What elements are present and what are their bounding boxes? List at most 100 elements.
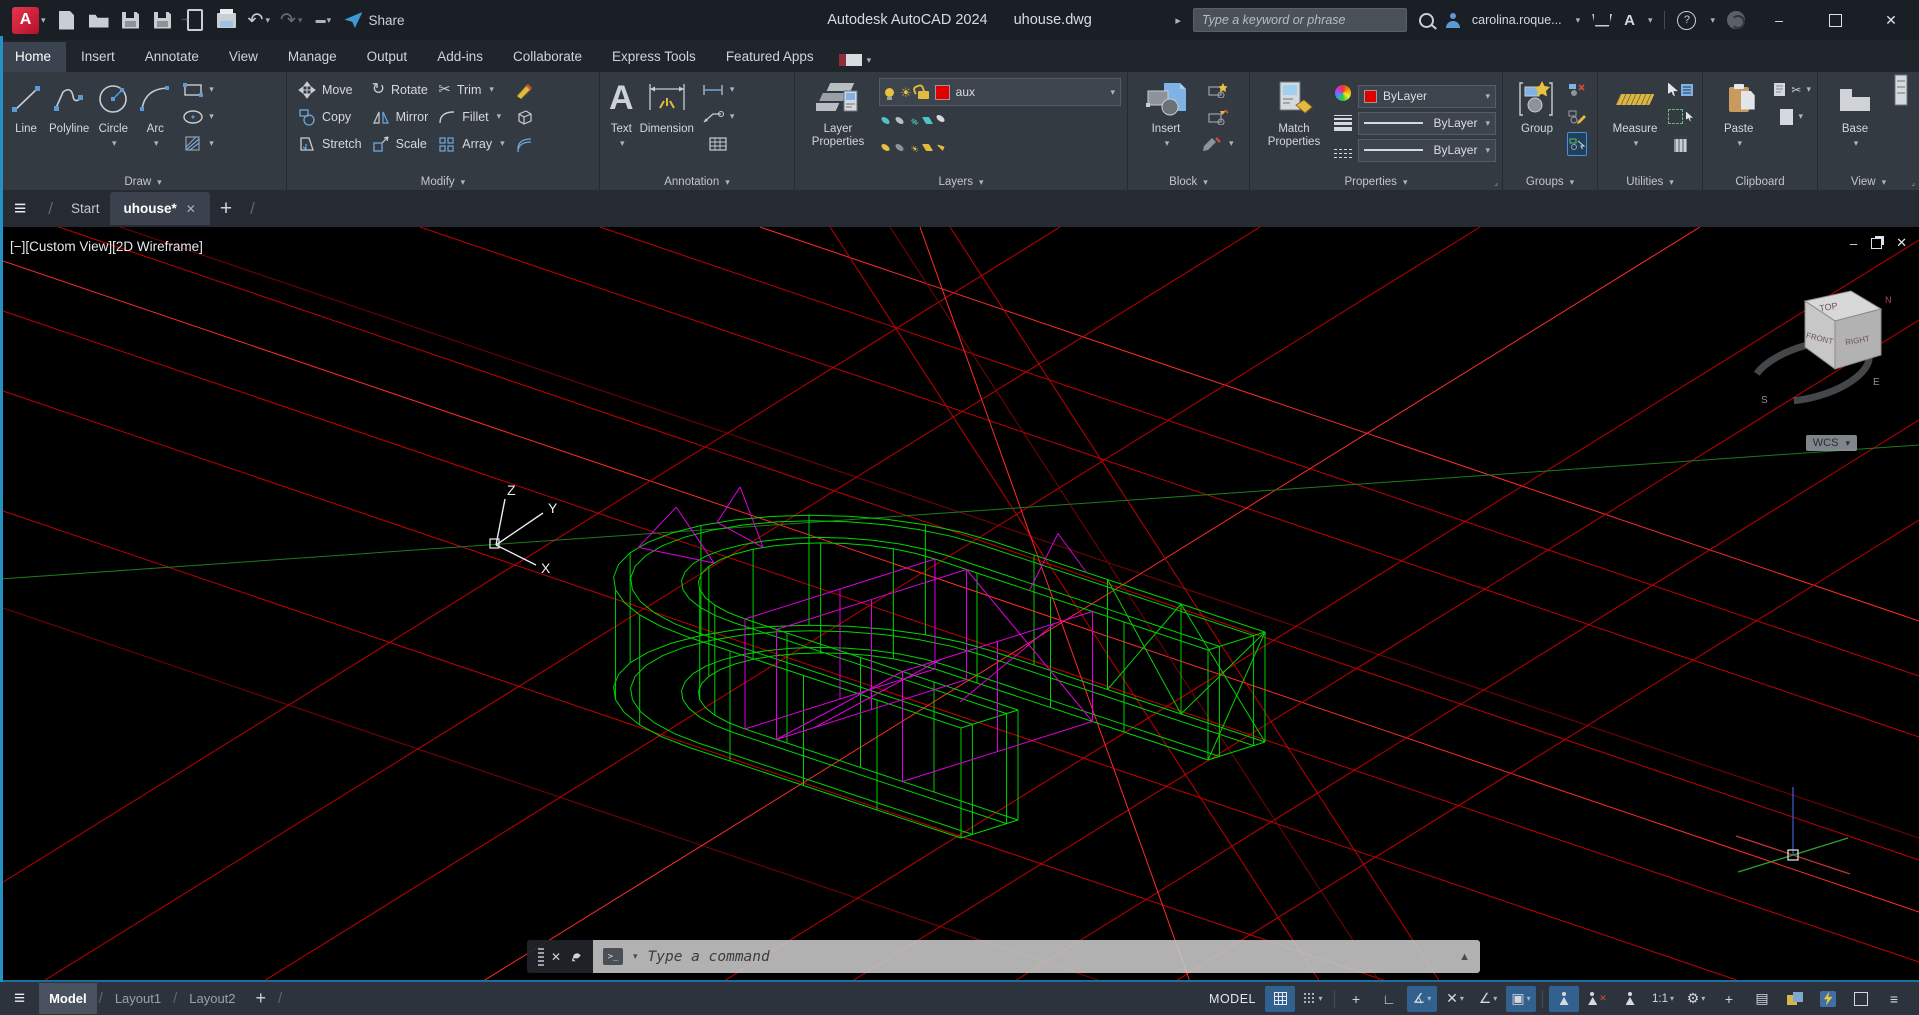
viewcube[interactable]: TOP FRONT RIGHT N S E — [1731, 279, 1911, 439]
chevron-down-icon[interactable]: ▾ — [1110, 87, 1115, 98]
panel-label-modify[interactable]: Modify ▾ — [287, 176, 599, 188]
rotate-button[interactable]: ↻ Rotate — [367, 76, 434, 103]
search-input[interactable] — [1193, 8, 1407, 32]
panel-expander-icon[interactable]: ⌟ — [1911, 178, 1915, 187]
close-button[interactable]: ✕ — [1869, 0, 1913, 40]
chevron-down-icon[interactable]: ▾ — [1427, 994, 1431, 1003]
chevron-down-icon[interactable]: ▾ — [1806, 84, 1811, 95]
copy-clip-button[interactable]: ▾ — [1772, 103, 1811, 130]
linetype-dropdown[interactable]: ByLayer ▾ — [1358, 139, 1496, 162]
chevron-down-icon[interactable]: ▾ — [500, 138, 505, 149]
erase-button[interactable] — [514, 76, 534, 103]
group-edit-button[interactable] — [1567, 103, 1587, 130]
close-tab-icon[interactable]: ✕ — [186, 202, 196, 216]
annotation-visibility-toggle[interactable] — [1549, 986, 1579, 1012]
drag-handle-icon[interactable] — [538, 948, 544, 966]
ellipse-tool-button[interactable]: ▾ — [182, 103, 214, 130]
search-collapse-icon[interactable]: ▸ — [1175, 14, 1181, 27]
polyline-button[interactable]: Polyline — [46, 76, 92, 170]
leader-button[interactable]: ▾ — [701, 103, 735, 130]
text-button[interactable]: A Text ▾ — [606, 76, 637, 170]
ortho-toggle[interactable]: ∟ — [1374, 986, 1404, 1012]
chevron-down-icon[interactable]: ▾ — [265, 15, 270, 26]
viewcube-north-label[interactable]: N — [1885, 295, 1892, 305]
chevron-down-icon[interactable]: ▾ — [489, 84, 494, 95]
edit-attributes-button[interactable]: ▾ — [1202, 130, 1234, 157]
panel-label-view[interactable]: View ▾ — [1818, 176, 1919, 188]
signed-in-user[interactable]: carolina.roque... — [1472, 13, 1562, 27]
copy-button[interactable]: Copy — [293, 103, 367, 130]
chevron-down-icon[interactable]: ▾ — [1460, 994, 1464, 1003]
color-dropdown[interactable]: ByLayer ▾ — [1358, 85, 1496, 108]
chevron-down-icon[interactable]: ▾ — [1854, 139, 1859, 149]
lineweight-icon[interactable] — [1334, 110, 1352, 137]
chevron-down-icon[interactable]: ▾ — [154, 139, 159, 149]
chevron-down-icon[interactable]: ▾ — [1670, 994, 1674, 1003]
chevron-down-icon[interactable]: ▾ — [730, 111, 735, 122]
chevron-down-icon[interactable]: ▾ — [1710, 15, 1715, 26]
linear-dimension-button[interactable]: ▾ — [701, 76, 735, 103]
isometric-drafting-toggle[interactable]: ∠▾ — [1473, 986, 1503, 1012]
edit-block-button[interactable] — [1202, 103, 1234, 130]
drawing-close-button[interactable]: ✕ — [1896, 235, 1907, 251]
grid-toggle[interactable] — [1265, 986, 1295, 1012]
chevron-down-icon[interactable]: ▾ — [209, 138, 214, 149]
hatch-tool-button[interactable]: ▾ — [182, 130, 214, 157]
tab-insert[interactable]: Insert — [66, 42, 130, 72]
tab-collaborate[interactable]: Collaborate — [498, 42, 597, 72]
tab-express-tools[interactable]: Express Tools — [597, 42, 711, 72]
panel-label-properties[interactable]: Properties ▾ — [1250, 176, 1502, 188]
viewcube-east-label[interactable]: E — [1873, 377, 1880, 388]
annotation-monitor-plus-button[interactable]: + — [1714, 986, 1744, 1012]
app-menu-button[interactable]: A ▾ — [12, 7, 46, 33]
chevron-down-icon[interactable]: ▾ — [620, 139, 625, 149]
chevron-down-icon[interactable]: ▾ — [209, 111, 214, 122]
object-color-icon[interactable] — [1334, 80, 1352, 107]
quick-properties-toggle[interactable]: ▤ — [1747, 986, 1777, 1012]
snap-toggle[interactable]: ▾ — [1298, 986, 1328, 1012]
chevron-down-icon[interactable]: ▾ — [1798, 111, 1803, 122]
layer-properties-button[interactable]: Layer Properties — [801, 76, 875, 170]
circle-button[interactable]: Circle ▾ — [92, 76, 134, 170]
offset-button[interactable] — [514, 130, 534, 157]
chevron-down-icon[interactable]: ▾ — [1648, 15, 1653, 26]
app-store-cart-icon[interactable] — [1592, 14, 1612, 27]
viewport-canvas[interactable] — [0, 227, 1919, 982]
command-line-bar[interactable]: >_ ▾ ▲ — [593, 940, 1480, 973]
stretch-button[interactable]: Stretch — [293, 130, 367, 157]
new-layout-button[interactable]: + — [246, 988, 277, 1009]
explode-button[interactable] — [514, 103, 534, 130]
measure-button[interactable]: Measure ▾ — [1604, 76, 1666, 170]
annotation-monitor-toggle[interactable] — [1615, 986, 1645, 1012]
model-tab[interactable]: Model — [39, 983, 97, 1014]
file-tabs-menu-button[interactable]: ≡ — [0, 197, 40, 221]
layout2-tab[interactable]: Layout2 — [179, 983, 245, 1014]
isolate-objects-button[interactable] — [1780, 986, 1810, 1012]
insert-block-button[interactable]: Insert ▾ — [1134, 76, 1198, 170]
panel-label-layers[interactable]: Layers ▾ — [795, 176, 1127, 188]
base-button[interactable]: Base ▾ — [1824, 76, 1886, 170]
command-history-icon[interactable]: ▲ — [1459, 951, 1470, 963]
tab-output[interactable]: Output — [352, 42, 423, 72]
chevron-down-icon[interactable]: ▾ — [1701, 994, 1705, 1003]
quick-select-button[interactable] — [1668, 76, 1693, 103]
wcs-dropdown[interactable]: WCS ▾ — [1806, 435, 1857, 451]
match-properties-button[interactable]: Match Properties — [1256, 76, 1332, 170]
command-line-grip[interactable]: ✕ — [527, 940, 593, 973]
mirror-button[interactable]: Mirror — [367, 103, 434, 130]
command-input[interactable] — [646, 948, 1452, 966]
model-space-toggle[interactable]: MODEL — [1209, 992, 1256, 1006]
customization-button[interactable]: ≡ — [1879, 986, 1909, 1012]
lineweight-dropdown[interactable]: ByLayer ▾ — [1358, 112, 1496, 135]
viewport-tool-button[interactable] — [1892, 76, 1910, 103]
share-button[interactable]: Share — [344, 7, 404, 33]
annotation-scale-button[interactable]: 1:1▾ — [1648, 986, 1678, 1012]
fillet-button[interactable]: Fillet ▾ — [433, 103, 509, 130]
open-from-mobile-button[interactable] — [184, 7, 206, 33]
rectangle-tool-button[interactable]: ▾ — [182, 76, 214, 103]
layer-dropdown[interactable]: ☀ aux ▾ — [879, 78, 1121, 106]
group-selection-toggle[interactable] — [1567, 132, 1587, 156]
tab-addins[interactable]: Add-ins — [422, 42, 498, 72]
chevron-down-icon[interactable]: ▾ — [1527, 994, 1531, 1003]
ungroup-button[interactable] — [1567, 76, 1587, 103]
